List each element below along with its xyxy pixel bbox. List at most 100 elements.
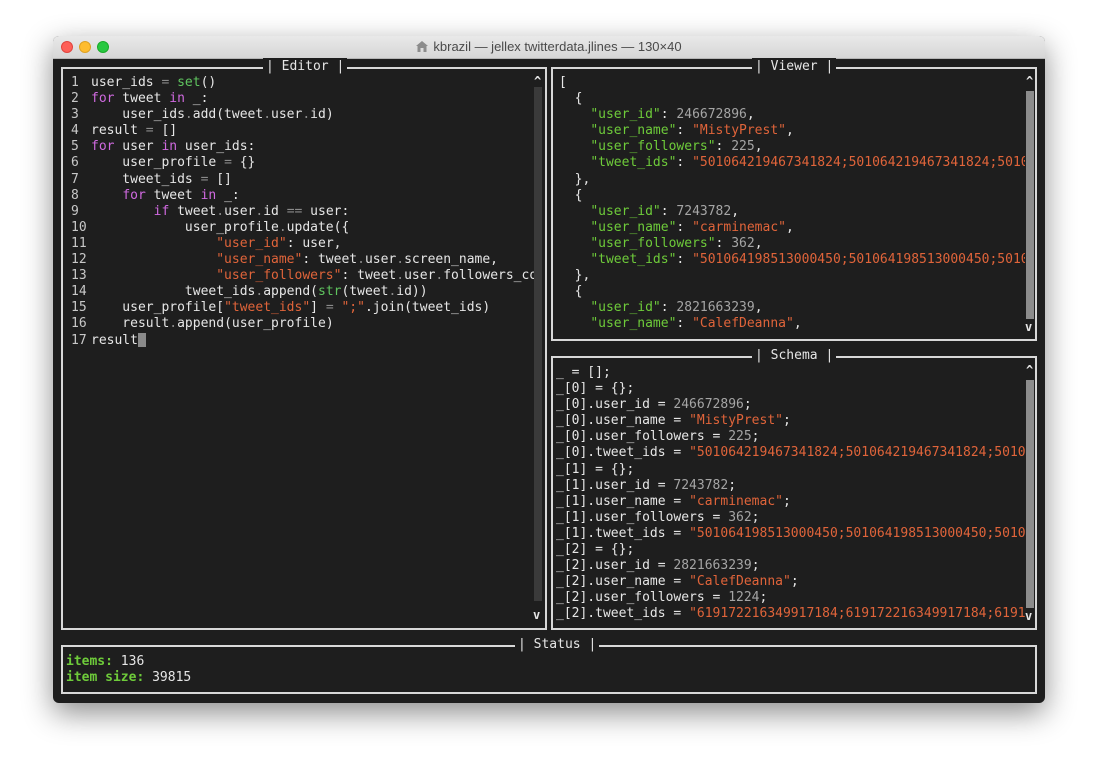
- schema-panel[interactable]: | Schema | _ = []; _[0] = {}; _[0].user_id…: [551, 347, 1037, 630]
- code-token: :: [660, 107, 677, 123]
- editor-line[interactable]: 11 "user_id": user,: [71, 236, 535, 252]
- editor-scrollbar[interactable]: [534, 87, 542, 601]
- code-token: : user,: [286, 235, 342, 251]
- code-token: user_profile: [91, 219, 279, 235]
- code-token: _[2] = {};: [556, 542, 635, 558]
- code-token: {: [559, 284, 583, 300]
- schema-line: _[2].user_id = 2821663239;: [556, 558, 1025, 574]
- viewer-scrollbar[interactable]: [1026, 91, 1034, 319]
- editor-line[interactable]: 10 user_profile.update({: [71, 220, 535, 236]
- code-token: :: [676, 123, 693, 139]
- code-token: "user_name": [590, 123, 677, 139]
- window-title: kbrazil — jellex twitterdata.jlines — 13…: [433, 39, 682, 54]
- editor-line[interactable]: 4 result = []: [71, 123, 535, 139]
- viewer-code[interactable]: [ { "user_id": 246672896, "user_name": "…: [559, 75, 1025, 335]
- schema-line: _[2].tweet_ids = "619172216349917184;619…: [556, 606, 1025, 622]
- line-number: 6: [71, 155, 79, 171]
- code-token: :: [676, 219, 693, 235]
- code-token: user_ids:: [177, 139, 256, 155]
- code-token: "CalefDeanna": [692, 316, 794, 332]
- schema-scroll-down-icon[interactable]: v: [1025, 610, 1032, 622]
- code-token: "user_followers": [590, 139, 716, 155]
- schema-scrollbar[interactable]: [1026, 380, 1034, 608]
- status-panel: | Status | items: 136 item size: 39815: [61, 636, 1037, 694]
- code-token: in: [161, 139, 178, 155]
- editor-line[interactable]: 9 if tweet.user.id == user:: [71, 204, 535, 220]
- code-token: "501064198513000450;501064198513000450;5…: [692, 252, 1025, 268]
- line-number: 11: [71, 235, 87, 251]
- code-token: tweet: [114, 91, 170, 107]
- editor-line[interactable]: 12 "user_name": tweet.user.screen_name,: [71, 252, 535, 268]
- code-token: ,: [746, 107, 755, 123]
- code-token: ";": [341, 300, 365, 316]
- code-token: user: [404, 268, 436, 284]
- code-token: 246672896: [676, 107, 747, 123]
- code-token: "MistyPrest": [692, 123, 786, 139]
- code-token: followers_coun: [443, 268, 535, 284]
- editor-line[interactable]: 2 for tweet in _:: [71, 91, 535, 107]
- line-number: 7: [71, 171, 79, 187]
- schema-line: _[2].user_followers = 1224;: [556, 590, 1025, 606]
- code-token: ;: [759, 590, 768, 606]
- code-token: []: [208, 171, 232, 187]
- code-token: _[2].user_id =: [556, 558, 674, 574]
- editor-line[interactable]: 3 user_ids.add(tweet.user.id): [71, 107, 535, 123]
- viewer-line: "user_name": "carminemac",: [559, 220, 1025, 236]
- viewer-scroll-up-icon[interactable]: ^: [1026, 75, 1033, 87]
- editor-line[interactable]: 8 for tweet in _:: [71, 188, 535, 204]
- code-token: for: [91, 91, 115, 107]
- viewer-line: "tweet_ids": "501064198513000450;5010641…: [559, 252, 1025, 268]
- schema-line: _[1].tweet_ids = "501064198513000450;501…: [556, 526, 1025, 542]
- code-token: .: [278, 219, 287, 235]
- code-token: ,: [793, 316, 802, 332]
- editor-panel-title: | Editor |: [263, 58, 348, 76]
- code-token: ,: [785, 123, 794, 139]
- code-token: "MistyPrest": [689, 413, 783, 429]
- editor-scroll-down-icon[interactable]: v: [533, 609, 540, 621]
- editor-code[interactable]: 1 user_ids = set() 2 for tweet in _: 3 user_…: [71, 75, 535, 625]
- editor-panel[interactable]: | Editor | 1 user_ids = set() 2 for tweet i…: [61, 58, 547, 630]
- code-token: :: [676, 155, 693, 171]
- code-token: _[1] = {};: [556, 461, 635, 477]
- editor-line[interactable]: 6 user_profile = {}: [71, 155, 535, 171]
- status-items: items: 136: [66, 654, 144, 670]
- editor-line[interactable]: 13 "user_followers": tweet.user.follower…: [71, 268, 535, 284]
- code-token: 2821663239: [673, 558, 752, 574]
- schema-scroll-up-icon[interactable]: ^: [1026, 364, 1033, 376]
- code-token: .: [184, 107, 193, 123]
- viewer-panel[interactable]: | Viewer | [ { "user_id": 246672896, "us…: [551, 58, 1037, 341]
- terminal-window: kbrazil — jellex twitterdata.jlines — 13…: [53, 36, 1045, 703]
- editor-line[interactable]: 14 tweet_ids.append(str(tweet.id)): [71, 284, 535, 300]
- code-token: _[0].tweet_ids =: [556, 445, 690, 461]
- schema-code[interactable]: _ = []; _[0] = {}; _[0].user_id = 24667289…: [556, 365, 1025, 625]
- editor-line[interactable]: 7 tweet_ids = []: [71, 172, 535, 188]
- line-number: 5: [71, 139, 79, 155]
- schema-panel-title: | Schema |: [752, 347, 837, 365]
- code-token: 362: [731, 235, 755, 251]
- code-token: {}: [231, 155, 256, 171]
- editor-line[interactable]: 1 user_ids = set(): [71, 75, 535, 91]
- schema-line: _ = [];: [556, 365, 1025, 381]
- code-token: "tweet_ids": [224, 300, 311, 316]
- code-token: ;: [751, 558, 760, 574]
- code-token: _[1].user_id =: [556, 477, 674, 493]
- editor-line[interactable]: 17 result: [71, 332, 535, 349]
- editor-line[interactable]: 5 for user in user_ids:: [71, 139, 535, 155]
- code-token: "user_name": [590, 316, 677, 332]
- code-token: tweet: [145, 187, 201, 203]
- code-token: .: [263, 107, 272, 123]
- code-token: "501064198513000450;501064198513000450;5…: [689, 525, 1025, 541]
- viewer-scroll-down-icon[interactable]: v: [1025, 321, 1032, 333]
- code-token: _[0].user_name =: [556, 413, 690, 429]
- editor-scroll-up-icon[interactable]: ^: [534, 75, 541, 87]
- code-token: for: [122, 187, 146, 203]
- line-number: 1: [71, 75, 79, 90]
- title-bar[interactable]: kbrazil — jellex twitterdata.jlines — 13…: [53, 36, 1045, 59]
- editor-line[interactable]: 16 result.append(user_profile): [71, 316, 535, 332]
- editor-line[interactable]: 15 user_profile["tweet_ids"] = ";".join(…: [71, 300, 535, 316]
- code-token: screen_name,: [404, 252, 499, 268]
- code-token: ,: [754, 300, 763, 316]
- code-token: user_ids: [91, 75, 162, 90]
